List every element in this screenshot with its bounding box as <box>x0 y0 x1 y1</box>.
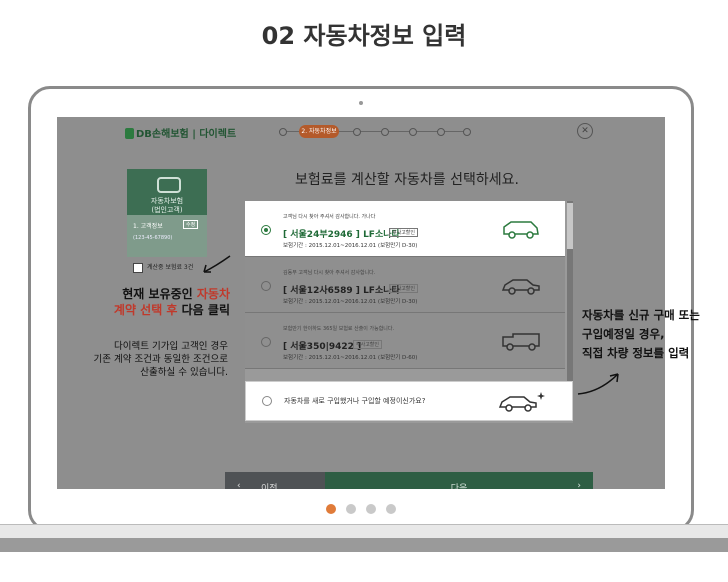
close-icon[interactable]: ✕ <box>577 123 593 139</box>
step-dot <box>279 128 287 136</box>
vehicle-note: 고객님 다시 찾아 주셔서 감사합니다. 가나다 <box>283 214 376 220</box>
sedan-icon <box>501 279 540 295</box>
suv-icon <box>503 221 539 239</box>
plate-number: [ 서울24부2946 ] <box>283 230 360 240</box>
prev-button[interactable]: ‹ 이전 <box>225 472 325 489</box>
truck-icon <box>502 333 540 351</box>
step-dot <box>437 128 445 136</box>
annotation-right: 자동차를 신규 구매 또는 구입예정일 경우, 직접 차량 정보를 입력 <box>582 306 728 363</box>
annotation-text: 다음 클릭 <box>177 303 230 317</box>
step-dot <box>381 128 389 136</box>
laptop-base <box>0 524 728 539</box>
laptop-base-bottom <box>0 538 728 552</box>
quote-checkbox[interactable] <box>133 263 143 273</box>
card-title-line1: 자동차보험 <box>150 197 184 205</box>
chevron-left-icon: ‹ <box>237 481 241 489</box>
db-logo-icon <box>125 128 134 139</box>
step-dot <box>463 128 471 136</box>
plate-number: [ 서울350|9422 ] <box>283 342 362 352</box>
radio-unselected[interactable] <box>261 281 271 291</box>
vehicle-option[interactable]: 고객님 다시 찾아 주셔서 감사합니다. 가나다 [ 서울24부2946 ] L… <box>245 201 565 257</box>
discount-badge: 무사고할인 <box>389 228 419 237</box>
prev-button-label: 이전 <box>261 484 278 489</box>
annotation-text: 현재 보유중인 <box>122 287 197 301</box>
pager-dot-active[interactable] <box>326 504 336 514</box>
radio-unselected[interactable] <box>262 396 272 406</box>
annotation-text: 기존 계약 조건과 동일한 조건으로 <box>93 354 228 365</box>
vehicle-option[interactable]: 보험만기 한이하도 365일 보험료 산출이 가능합니다. [ 서울350|94… <box>245 313 565 369</box>
next-button-label: 다음 <box>450 484 468 489</box>
annotation-left: 현재 보유중인 자동차 계약 선택 후 다음 클릭 <box>62 286 230 318</box>
pager-dot[interactable] <box>366 504 376 514</box>
pager-dot[interactable] <box>386 504 396 514</box>
customer-card: 자동차보험 (법인고객) 1. 고객정보 수정 (123-45-67890) <box>127 169 207 257</box>
customer-detail: (123-45-67890) <box>133 235 173 241</box>
radio-selected[interactable] <box>261 225 271 235</box>
step-dot <box>409 128 417 136</box>
card-title: 자동차보험 (법인고객) <box>127 197 207 215</box>
step-active: 2. 자동차정보 <box>299 125 339 138</box>
arrow-annotation-left <box>203 255 231 273</box>
annotation-left-detail: 다이렉트 기가입 고객인 경우 기존 계약 조건과 동일한 조건으로 산출하실 … <box>60 340 228 379</box>
discount-badge: 무사고할인 <box>389 284 419 293</box>
vehicle-plate: [ 서울350|9422 ] <box>283 339 361 352</box>
carousel-pager <box>326 503 402 515</box>
vehicle-plate: [ 서울12사6589 ] LF소나타 <box>283 283 400 296</box>
new-car-icon <box>498 392 545 412</box>
insurance-period: 보험기간 : 2015.12.01~2016.12.01 (보험만기 D-60) <box>283 355 418 361</box>
insurance-period: 보험기간 : 2015.12.01~2016.12.01 (보험만기 D-30) <box>283 299 418 305</box>
edit-button[interactable]: 수정 <box>183 220 199 229</box>
arrow-annotation-right <box>577 373 619 395</box>
quote-checkbox-label: 계산중 보험료 3건 <box>147 264 194 271</box>
new-vehicle-question: 자동차를 새로 구입했거나 구입할 예정이신가요? <box>284 397 426 405</box>
annotation-text: 다이렉트 기가입 고객인 경우 <box>114 341 228 352</box>
card-title-line2: (법인고객) <box>151 206 183 214</box>
vehicle-option[interactable]: 김동부 고객님 다시 찾아 주셔서 감사합니다. [ 서울12사6589 ] L… <box>245 257 565 313</box>
brand-logo: DB손해보험 | 다이렉트 <box>125 125 236 140</box>
laptop-camera <box>359 101 363 105</box>
next-button[interactable]: 다음 › <box>325 472 593 489</box>
annotation-text: 자동차를 신규 구매 또는 <box>582 308 700 322</box>
annotation-text: 구입예정일 경우, <box>582 327 665 341</box>
vehicle-plate: [ 서울24부2946 ] LF소나타 <box>283 227 400 240</box>
scrollbar-thumb[interactable] <box>567 203 573 249</box>
car-icon <box>157 177 181 193</box>
vehicle-note: 김동부 고객님 다시 찾아 주셔서 감사합니다. <box>283 270 376 276</box>
discount-badge: 무사고할인 <box>353 340 383 349</box>
step-progress: 2. 자동차정보 <box>279 125 471 139</box>
vehicle-note: 보험만기 한이하도 365일 보험료 산출이 가능합니다. <box>283 326 395 332</box>
customer-info: 1. 고객정보 수정 (123-45-67890) <box>127 215 207 257</box>
chevron-right-icon: › <box>577 481 581 489</box>
step-dot <box>353 128 361 136</box>
plate-number: [ 서울12사6589 ] <box>283 286 360 296</box>
logo-text: DB손해보험 | 다이렉트 <box>136 129 237 140</box>
pager-dot[interactable] <box>346 504 356 514</box>
customer-label: 1. 고객정보 <box>133 223 163 230</box>
radio-unselected[interactable] <box>261 337 271 347</box>
annotation-text: 직접 차량 정보를 입력 <box>582 346 690 360</box>
insurance-period: 보험기간 : 2015.12.01~2016.12.01 (보험만기 D-30) <box>283 243 418 249</box>
new-vehicle-option[interactable]: 자동차를 새로 구입했거나 구입할 예정이신가요? <box>245 381 573 421</box>
annotation-highlight: 계약 선택 후 <box>113 303 178 317</box>
section-heading: 보험료를 계산할 자동차를 선택하세요. <box>295 172 519 188</box>
annotation-text: 산출하실 수 있습니다. <box>140 367 228 378</box>
annotation-highlight: 자동차 <box>196 287 230 301</box>
page-title: 02 자동차정보 입력 <box>261 22 467 50</box>
